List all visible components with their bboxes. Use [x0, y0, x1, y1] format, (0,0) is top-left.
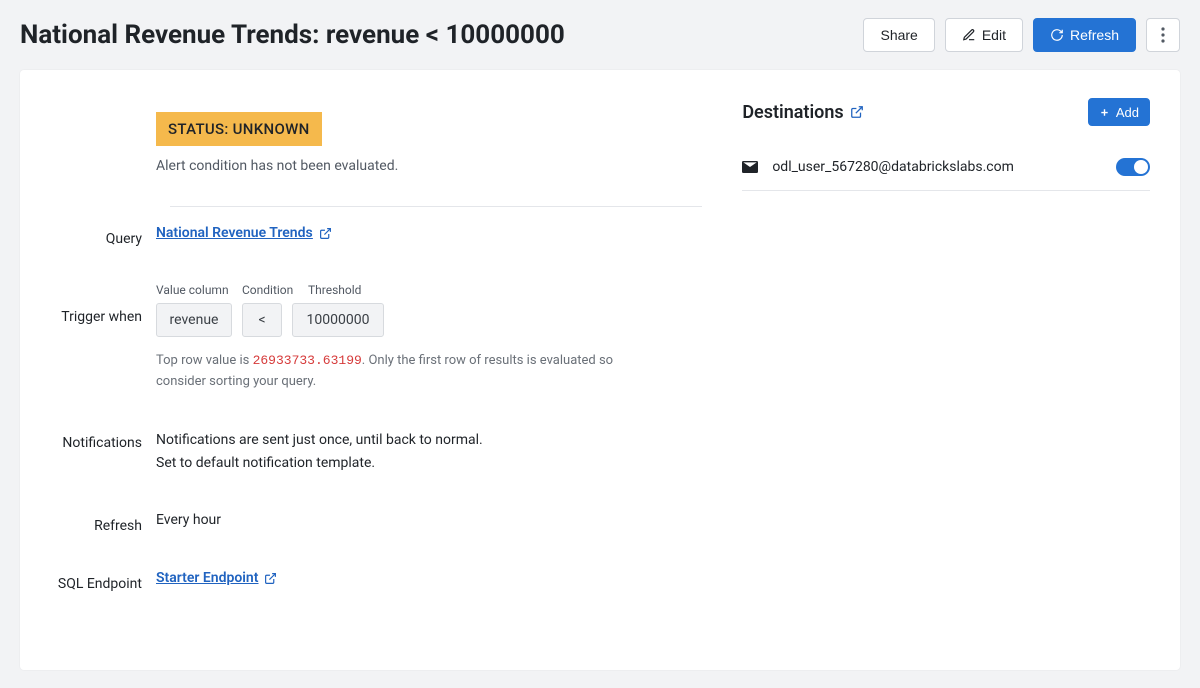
edit-icon	[962, 28, 976, 42]
more-button[interactable]	[1146, 18, 1180, 52]
query-link-text: National Revenue Trends	[156, 225, 313, 241]
notifications-line2: Set to default notification template.	[156, 452, 702, 476]
query-row: Query National Revenue Trends	[50, 207, 702, 265]
notifications-line1: Notifications are sent just once, until …	[156, 429, 702, 453]
edit-button[interactable]: Edit	[945, 18, 1023, 52]
status-section: STATUS: UNKNOWN Alert condition has not …	[50, 94, 702, 192]
page-title: National Revenue Trends: revenue < 10000…	[20, 20, 565, 50]
destinations-title-wrap: Destinations	[742, 102, 863, 123]
condition-header: Condition	[242, 283, 298, 297]
refresh-label: Refresh	[50, 512, 156, 534]
alert-details: STATUS: UNKNOWN Alert condition has not …	[50, 94, 702, 610]
share-button[interactable]: Share	[863, 18, 934, 52]
status-note: Alert condition has not been evaluated.	[156, 158, 702, 174]
endpoint-link-text: Starter Endpoint	[156, 570, 258, 586]
refresh-icon	[1050, 28, 1064, 42]
destinations-panel: Destinations Add odl_use	[742, 94, 1150, 610]
refresh-button[interactable]: Refresh	[1033, 18, 1136, 52]
destination-toggle[interactable]	[1116, 158, 1150, 176]
alert-card: STATUS: UNKNOWN Alert condition has not …	[20, 70, 1180, 670]
status-badge: STATUS: UNKNOWN	[156, 112, 322, 146]
more-icon	[1161, 27, 1165, 43]
share-button-label: Share	[880, 27, 917, 43]
add-destination-button[interactable]: Add	[1088, 98, 1150, 126]
endpoint-link[interactable]: Starter Endpoint	[156, 570, 277, 586]
helper-value: 26933733.63199	[253, 353, 362, 368]
endpoint-label: SQL Endpoint	[50, 570, 156, 592]
trigger-field-labels: Value column Condition Threshold	[156, 283, 702, 297]
page-header: National Revenue Trends: revenue < 10000…	[20, 18, 1180, 52]
value-column-box: revenue	[156, 303, 232, 337]
refresh-button-label: Refresh	[1070, 27, 1119, 43]
trigger-row: Trigger when Value column Condition Thre…	[50, 265, 702, 411]
trigger-fields: revenue < 10000000	[156, 303, 702, 337]
threshold-header: Threshold	[308, 283, 400, 297]
threshold-box: 10000000	[292, 303, 384, 337]
query-label: Query	[50, 225, 156, 247]
destination-email: odl_user_567280@databrickslabs.com	[772, 159, 1014, 175]
external-link-icon	[264, 572, 277, 585]
external-link-icon	[319, 227, 332, 240]
external-link-icon[interactable]	[850, 105, 864, 119]
helper-prefix: Top row value is	[156, 353, 253, 368]
trigger-label: Trigger when	[50, 283, 156, 325]
condition-box: <	[242, 303, 282, 337]
endpoint-row: SQL Endpoint Starter Endpoint	[50, 552, 702, 610]
query-link[interactable]: National Revenue Trends	[156, 225, 332, 241]
plus-icon	[1099, 107, 1110, 118]
mail-icon	[742, 161, 758, 173]
destination-row: odl_user_567280@databrickslabs.com	[742, 144, 1150, 191]
destinations-header: Destinations Add	[742, 98, 1150, 126]
value-column-header: Value column	[156, 283, 232, 297]
destinations-title: Destinations	[742, 102, 843, 123]
refresh-row: Refresh Every hour	[50, 494, 702, 552]
notifications-label: Notifications	[50, 429, 156, 451]
notifications-row: Notifications Notifications are sent jus…	[50, 411, 702, 495]
trigger-helper: Top row value is 26933733.63199. Only th…	[156, 351, 636, 393]
header-actions: Share Edit Refresh	[863, 18, 1180, 52]
add-button-label: Add	[1116, 105, 1139, 120]
edit-button-label: Edit	[982, 27, 1006, 43]
refresh-value: Every hour	[156, 512, 702, 528]
